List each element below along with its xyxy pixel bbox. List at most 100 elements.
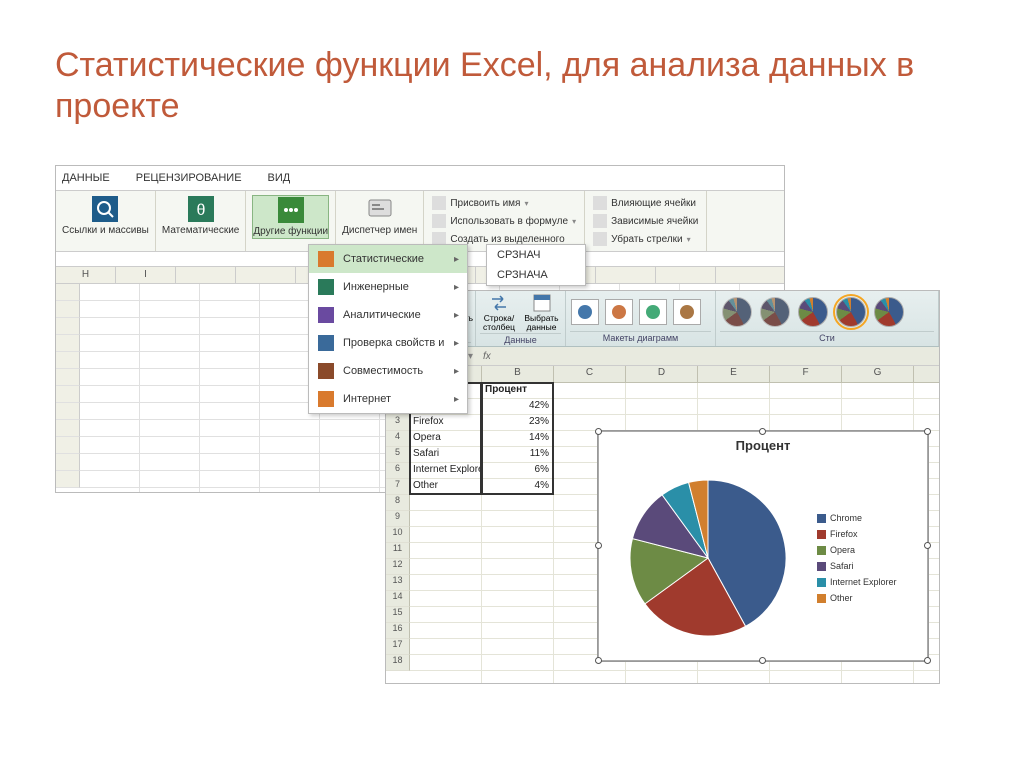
row-header[interactable]: 5 <box>386 447 410 463</box>
dropdown-web[interactable]: Интернет▸ <box>309 385 467 413</box>
row-header[interactable]: 4 <box>386 431 410 447</box>
col-b[interactable]: B <box>482 366 554 382</box>
legend-item: Firefox <box>817 529 921 539</box>
compat-icon <box>317 362 335 380</box>
select-data-button[interactable]: Выбрать данные <box>522 293 561 333</box>
style-thumb[interactable] <box>874 297 904 327</box>
flyout-averagea[interactable]: СРЗНАЧА <box>487 265 585 285</box>
cell[interactable]: Safari <box>410 447 480 462</box>
style-thumb[interactable] <box>722 297 752 327</box>
style-thumb[interactable] <box>760 297 790 327</box>
col-header-h[interactable]: H <box>56 267 116 283</box>
stat-icon <box>317 250 335 268</box>
math-button[interactable]: θ Математические <box>162 195 240 237</box>
row-header[interactable]: 8 <box>386 495 410 511</box>
row-header[interactable]: 17 <box>386 639 410 655</box>
layout-thumb-2[interactable] <box>605 299 633 325</box>
remove-arrows-item[interactable]: Убрать стрелки ▾ <box>591 231 700 247</box>
row-header[interactable]: 6 <box>386 463 410 479</box>
switch-icon <box>489 293 509 313</box>
info-icon <box>317 334 335 352</box>
lookup-button[interactable]: Ссылки и массивы <box>62 195 149 237</box>
slide-title: Статистические функции Excel, для анализ… <box>0 0 1024 147</box>
chart-legend: Chrome Firefox Opera Safari Internet Explore… <box>817 459 927 657</box>
row-header[interactable]: 7 <box>386 479 410 495</box>
layout-thumb-4[interactable] <box>673 299 701 325</box>
col-f[interactable]: F <box>770 366 842 382</box>
define-name-item[interactable]: Присвоить имя ▾ <box>430 195 578 211</box>
flyout-average[interactable]: СРЗНАЧ <box>487 245 585 265</box>
dropdown-info[interactable]: Проверка свойств и▸ <box>309 329 467 357</box>
worksheet-grid-2[interactable]: 123456789101112131415161718 БраузерПроце… <box>386 383 939 683</box>
lookup-label: Ссылки и массивы <box>62 225 149 237</box>
cell[interactable]: Процент <box>482 383 552 398</box>
style-thumb[interactable] <box>798 297 828 327</box>
cell[interactable]: 42% <box>482 399 552 414</box>
ribbon-bar: Ссылки и массивы θ Математические Другие… <box>56 191 784 252</box>
row-header[interactable]: 9 <box>386 511 410 527</box>
tab-review[interactable]: РЕЦЕНЗИРОВАНИЕ <box>132 170 246 186</box>
row-header[interactable]: 14 <box>386 591 410 607</box>
formula-bar: Диаграмма 2 ▾ fx <box>386 347 939 366</box>
group-layouts-label: Макеты диаграмм <box>570 331 711 344</box>
name-manager-label: Диспетчер имен <box>342 225 417 237</box>
row-header[interactable]: 13 <box>386 575 410 591</box>
legend-item: Chrome <box>817 513 921 523</box>
cell[interactable]: 11% <box>482 447 552 462</box>
math-label: Математические <box>162 225 240 237</box>
style-thumb[interactable] <box>836 297 866 327</box>
col-c[interactable]: C <box>554 366 626 382</box>
use-in-formula-item[interactable]: Использовать в формуле ▾ <box>430 213 578 229</box>
layout-thumb-1[interactable] <box>571 299 599 325</box>
cell[interactable]: 14% <box>482 431 552 446</box>
group-styles-label: Сти <box>720 331 934 344</box>
cell[interactable]: Firefox <box>410 415 480 430</box>
more-icon <box>277 196 305 224</box>
dropdown-cube[interactable]: Аналитические▸ <box>309 301 467 329</box>
tab-view[interactable]: ВИД <box>264 170 295 186</box>
tab-data[interactable]: ДАННЫЕ <box>58 170 114 186</box>
theta-icon: θ <box>187 195 215 223</box>
layout-thumb-3[interactable] <box>639 299 667 325</box>
row-header[interactable]: 11 <box>386 543 410 559</box>
legend-item: Internet Explorer <box>817 577 921 587</box>
col-header-i[interactable]: I <box>116 267 176 283</box>
legend-item: Safari <box>817 561 921 571</box>
trace-dependents-item[interactable]: Зависимые ячейки <box>591 213 700 229</box>
col-d[interactable]: D <box>626 366 698 382</box>
fx-icon[interactable]: fx <box>477 351 497 362</box>
eng-icon <box>317 278 335 296</box>
cell[interactable]: Internet Explorer <box>410 463 480 478</box>
more-functions-button[interactable]: Другие функции <box>252 195 329 239</box>
switch-row-col-button[interactable]: Строка/столбец <box>480 293 518 333</box>
cell[interactable]: 4% <box>482 479 552 494</box>
cell[interactable]: Opera <box>410 431 480 446</box>
dropdown-compat[interactable]: Совместимость▸ <box>309 357 467 385</box>
lookup-icon <box>91 195 119 223</box>
legend-item: Opera <box>817 545 921 555</box>
column-headers-2: A B C D E F G <box>386 366 939 383</box>
dropdown-engineering[interactable]: Инженерные▸ <box>309 273 467 301</box>
select-data-icon <box>532 293 552 313</box>
row-header[interactable]: 18 <box>386 655 410 671</box>
cube-icon <box>317 306 335 324</box>
col-g[interactable]: G <box>842 366 914 382</box>
col-e[interactable]: E <box>698 366 770 382</box>
row-header[interactable]: 10 <box>386 527 410 543</box>
row-header[interactable]: 12 <box>386 559 410 575</box>
embedded-pie-chart[interactable]: Процент ChromeFirefoxOperaSafariInternet… <box>598 431 928 661</box>
chart-ribbon: Изменить тип диаграммы Сохранить как шаб… <box>386 291 939 347</box>
functions-dropdown: Статистические▸ Инженерные▸ Аналитически… <box>308 244 468 414</box>
row-header[interactable]: 16 <box>386 623 410 639</box>
statistical-flyout: СРЗНАЧ СРЗНАЧА <box>486 244 586 286</box>
name-manager-icon <box>366 195 394 223</box>
dropdown-statistical[interactable]: Статистические▸ <box>309 245 467 273</box>
ribbon-tabs: ДАННЫЕ РЕЦЕНЗИРОВАНИЕ ВИД <box>56 166 784 191</box>
cell[interactable]: Other <box>410 479 480 494</box>
row-header[interactable]: 15 <box>386 607 410 623</box>
name-manager-button[interactable]: Диспетчер имен <box>342 195 417 237</box>
trace-precedents-item[interactable]: Влияющие ячейки <box>591 195 700 211</box>
cell[interactable]: 6% <box>482 463 552 478</box>
row-header[interactable]: 3 <box>386 415 410 431</box>
cell[interactable]: 23% <box>482 415 552 430</box>
